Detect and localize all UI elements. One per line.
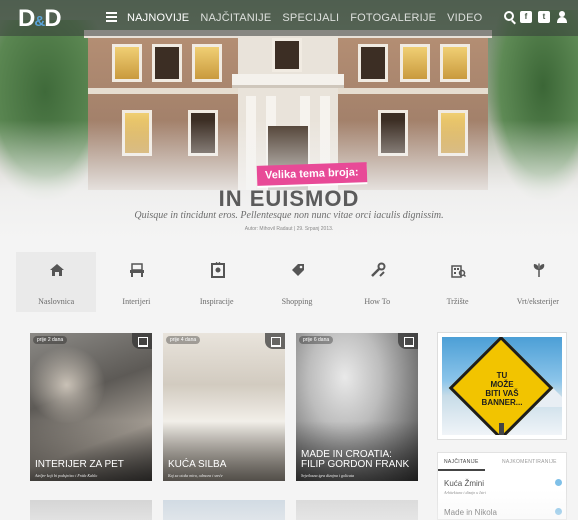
popular-item-title[interactable]: Kuća Žmini bbox=[444, 479, 484, 488]
category-trziste[interactable]: Tržište bbox=[417, 252, 497, 312]
hamburger-menu-icon[interactable] bbox=[106, 12, 117, 22]
category-interijeri[interactable]: Interijeri bbox=[96, 252, 176, 312]
top-navigation: D&D NAJNOVIJE NAJČITANIJE SPECIJALI FOTO… bbox=[0, 0, 578, 36]
window bbox=[112, 44, 142, 82]
card-date: prije 2 dana bbox=[33, 336, 68, 344]
nav-item-fotogalerije[interactable]: FOTOGALERIJE bbox=[350, 12, 436, 24]
comment-count-dot bbox=[555, 479, 562, 486]
banner-line: MOŽE bbox=[490, 380, 514, 389]
card-date: prije 6 dana bbox=[299, 336, 334, 344]
tag-icon bbox=[291, 264, 304, 276]
logo-ampersand: & bbox=[34, 13, 45, 30]
sign-post bbox=[499, 423, 504, 435]
main-menu: NAJNOVIJE NAJČITANIJE SPECIJALI FOTOGALE… bbox=[127, 12, 482, 24]
nav-icons: f t bbox=[504, 11, 568, 23]
window bbox=[440, 44, 470, 82]
banner-line: BANNER... bbox=[481, 398, 523, 407]
card-shade bbox=[30, 421, 152, 481]
article-card-partial[interactable] bbox=[296, 500, 418, 520]
card-shade bbox=[163, 421, 285, 481]
article-card-partial[interactable] bbox=[30, 500, 152, 520]
feature-tag: Velika tema broja: bbox=[256, 162, 367, 186]
banner-image: TU MOŽE BITI VAŠ BANNER... bbox=[442, 337, 562, 435]
hero-subtitle: Quisque in tincidunt eros. Pellentesque … bbox=[134, 210, 444, 221]
category-label: Interijeri bbox=[122, 297, 151, 306]
user-icon[interactable] bbox=[556, 11, 568, 23]
banner-line: TU bbox=[496, 371, 508, 380]
logo-letter: D bbox=[18, 5, 35, 32]
banner-line: BITI VAŠ bbox=[485, 389, 519, 398]
category-label: How To bbox=[364, 297, 391, 306]
article-card-partial[interactable] bbox=[163, 500, 285, 520]
balcony bbox=[232, 74, 344, 88]
bookmark-icon[interactable] bbox=[398, 333, 418, 349]
category-bar: Naslovnica Interijeri Inspiracije Shoppi… bbox=[16, 252, 578, 312]
window bbox=[400, 44, 430, 82]
article-card[interactable]: prije 4 dana KUĆA SILBA Kaj sa otoka mir… bbox=[163, 333, 285, 481]
category-shopping[interactable]: Shopping bbox=[257, 252, 337, 312]
card-subtitle: Svjetlosna igra dizajna i golicata bbox=[301, 473, 355, 478]
window bbox=[272, 38, 302, 72]
nav-item-najcitanije[interactable]: NAJČITANIJE bbox=[200, 12, 271, 24]
window bbox=[192, 44, 222, 82]
tools-icon bbox=[371, 262, 386, 277]
facebook-icon[interactable]: f bbox=[520, 11, 532, 23]
category-label: Shopping bbox=[281, 297, 313, 306]
category-label: Tržište bbox=[446, 297, 469, 306]
category-inspiracije[interactable]: Inspiracije bbox=[177, 252, 257, 312]
plant-icon bbox=[533, 263, 544, 277]
bookmark-icon[interactable] bbox=[265, 333, 285, 349]
article-card[interactable]: prije 2 dana INTERIJER ZA PET Ateljer ko… bbox=[30, 333, 152, 481]
category-how-to[interactable]: How To bbox=[337, 252, 417, 312]
card-date: prije 4 dana bbox=[166, 336, 201, 344]
tab-najkomentiranije[interactable]: NAJKOMENTIRANIJE bbox=[496, 453, 563, 471]
card-title: INTERIJER ZA PET bbox=[35, 459, 124, 470]
category-vrt-eksterijer[interactable]: Vrt/eksterijer bbox=[498, 252, 578, 312]
search-icon[interactable] bbox=[504, 11, 514, 21]
site-logo[interactable]: D&D bbox=[18, 5, 62, 33]
logo-letter: D bbox=[44, 5, 61, 32]
frame-icon bbox=[210, 262, 225, 278]
hero-byline: Autor: Mihovil Radaut | 29. Srpanj 2013. bbox=[244, 226, 334, 232]
article-card[interactable]: prije 6 dana MADE IN CROATIA: FILIP GORD… bbox=[296, 333, 418, 481]
category-naslovnica[interactable]: Naslovnica bbox=[16, 252, 97, 312]
window bbox=[358, 44, 388, 82]
card-subtitle: Kaj sa otoka mira, odmora i sreće bbox=[168, 473, 223, 478]
window bbox=[152, 44, 182, 82]
home-icon bbox=[50, 264, 64, 276]
building-icon bbox=[451, 265, 467, 278]
card-title: KUĆA SILBA bbox=[168, 459, 227, 470]
tab-najcitanije[interactable]: NAJČITANIJE bbox=[438, 453, 485, 471]
twitter-icon[interactable]: t bbox=[538, 11, 550, 23]
popular-item-title[interactable]: Made in Nikola bbox=[444, 508, 497, 517]
nav-item-specijali[interactable]: SPECIJALI bbox=[282, 12, 339, 24]
popular-widget: NAJČITANIJE NAJKOMENTIRANIJE Kuća Žmini … bbox=[437, 452, 567, 520]
nav-item-najnovije[interactable]: NAJNOVIJE bbox=[127, 12, 189, 24]
card-title: MADE IN CROATIA: FILIP GORDON FRANK bbox=[301, 449, 410, 470]
category-label: Inspiracije bbox=[199, 297, 234, 306]
card-subtitle: Ateljer koji bi podsjećao i Frida Kahlo bbox=[35, 473, 98, 478]
popular-item-subtitle: Arhitektura i dizajn u Istri bbox=[444, 490, 486, 495]
comment-count-dot bbox=[555, 508, 562, 515]
ad-banner[interactable]: TU MOŽE BITI VAŠ BANNER... bbox=[437, 332, 567, 440]
category-label: Vrt/eksterijer bbox=[516, 297, 559, 306]
banner-text: TU MOŽE BITI VAŠ BANNER... bbox=[456, 371, 548, 407]
furniture-icon bbox=[130, 263, 145, 277]
nav-item-video[interactable]: VIDEO bbox=[447, 12, 482, 24]
hero-title[interactable]: IN EUISMOD bbox=[0, 186, 578, 212]
category-label: Naslovnica bbox=[38, 297, 75, 306]
bookmark-icon[interactable] bbox=[132, 333, 152, 349]
